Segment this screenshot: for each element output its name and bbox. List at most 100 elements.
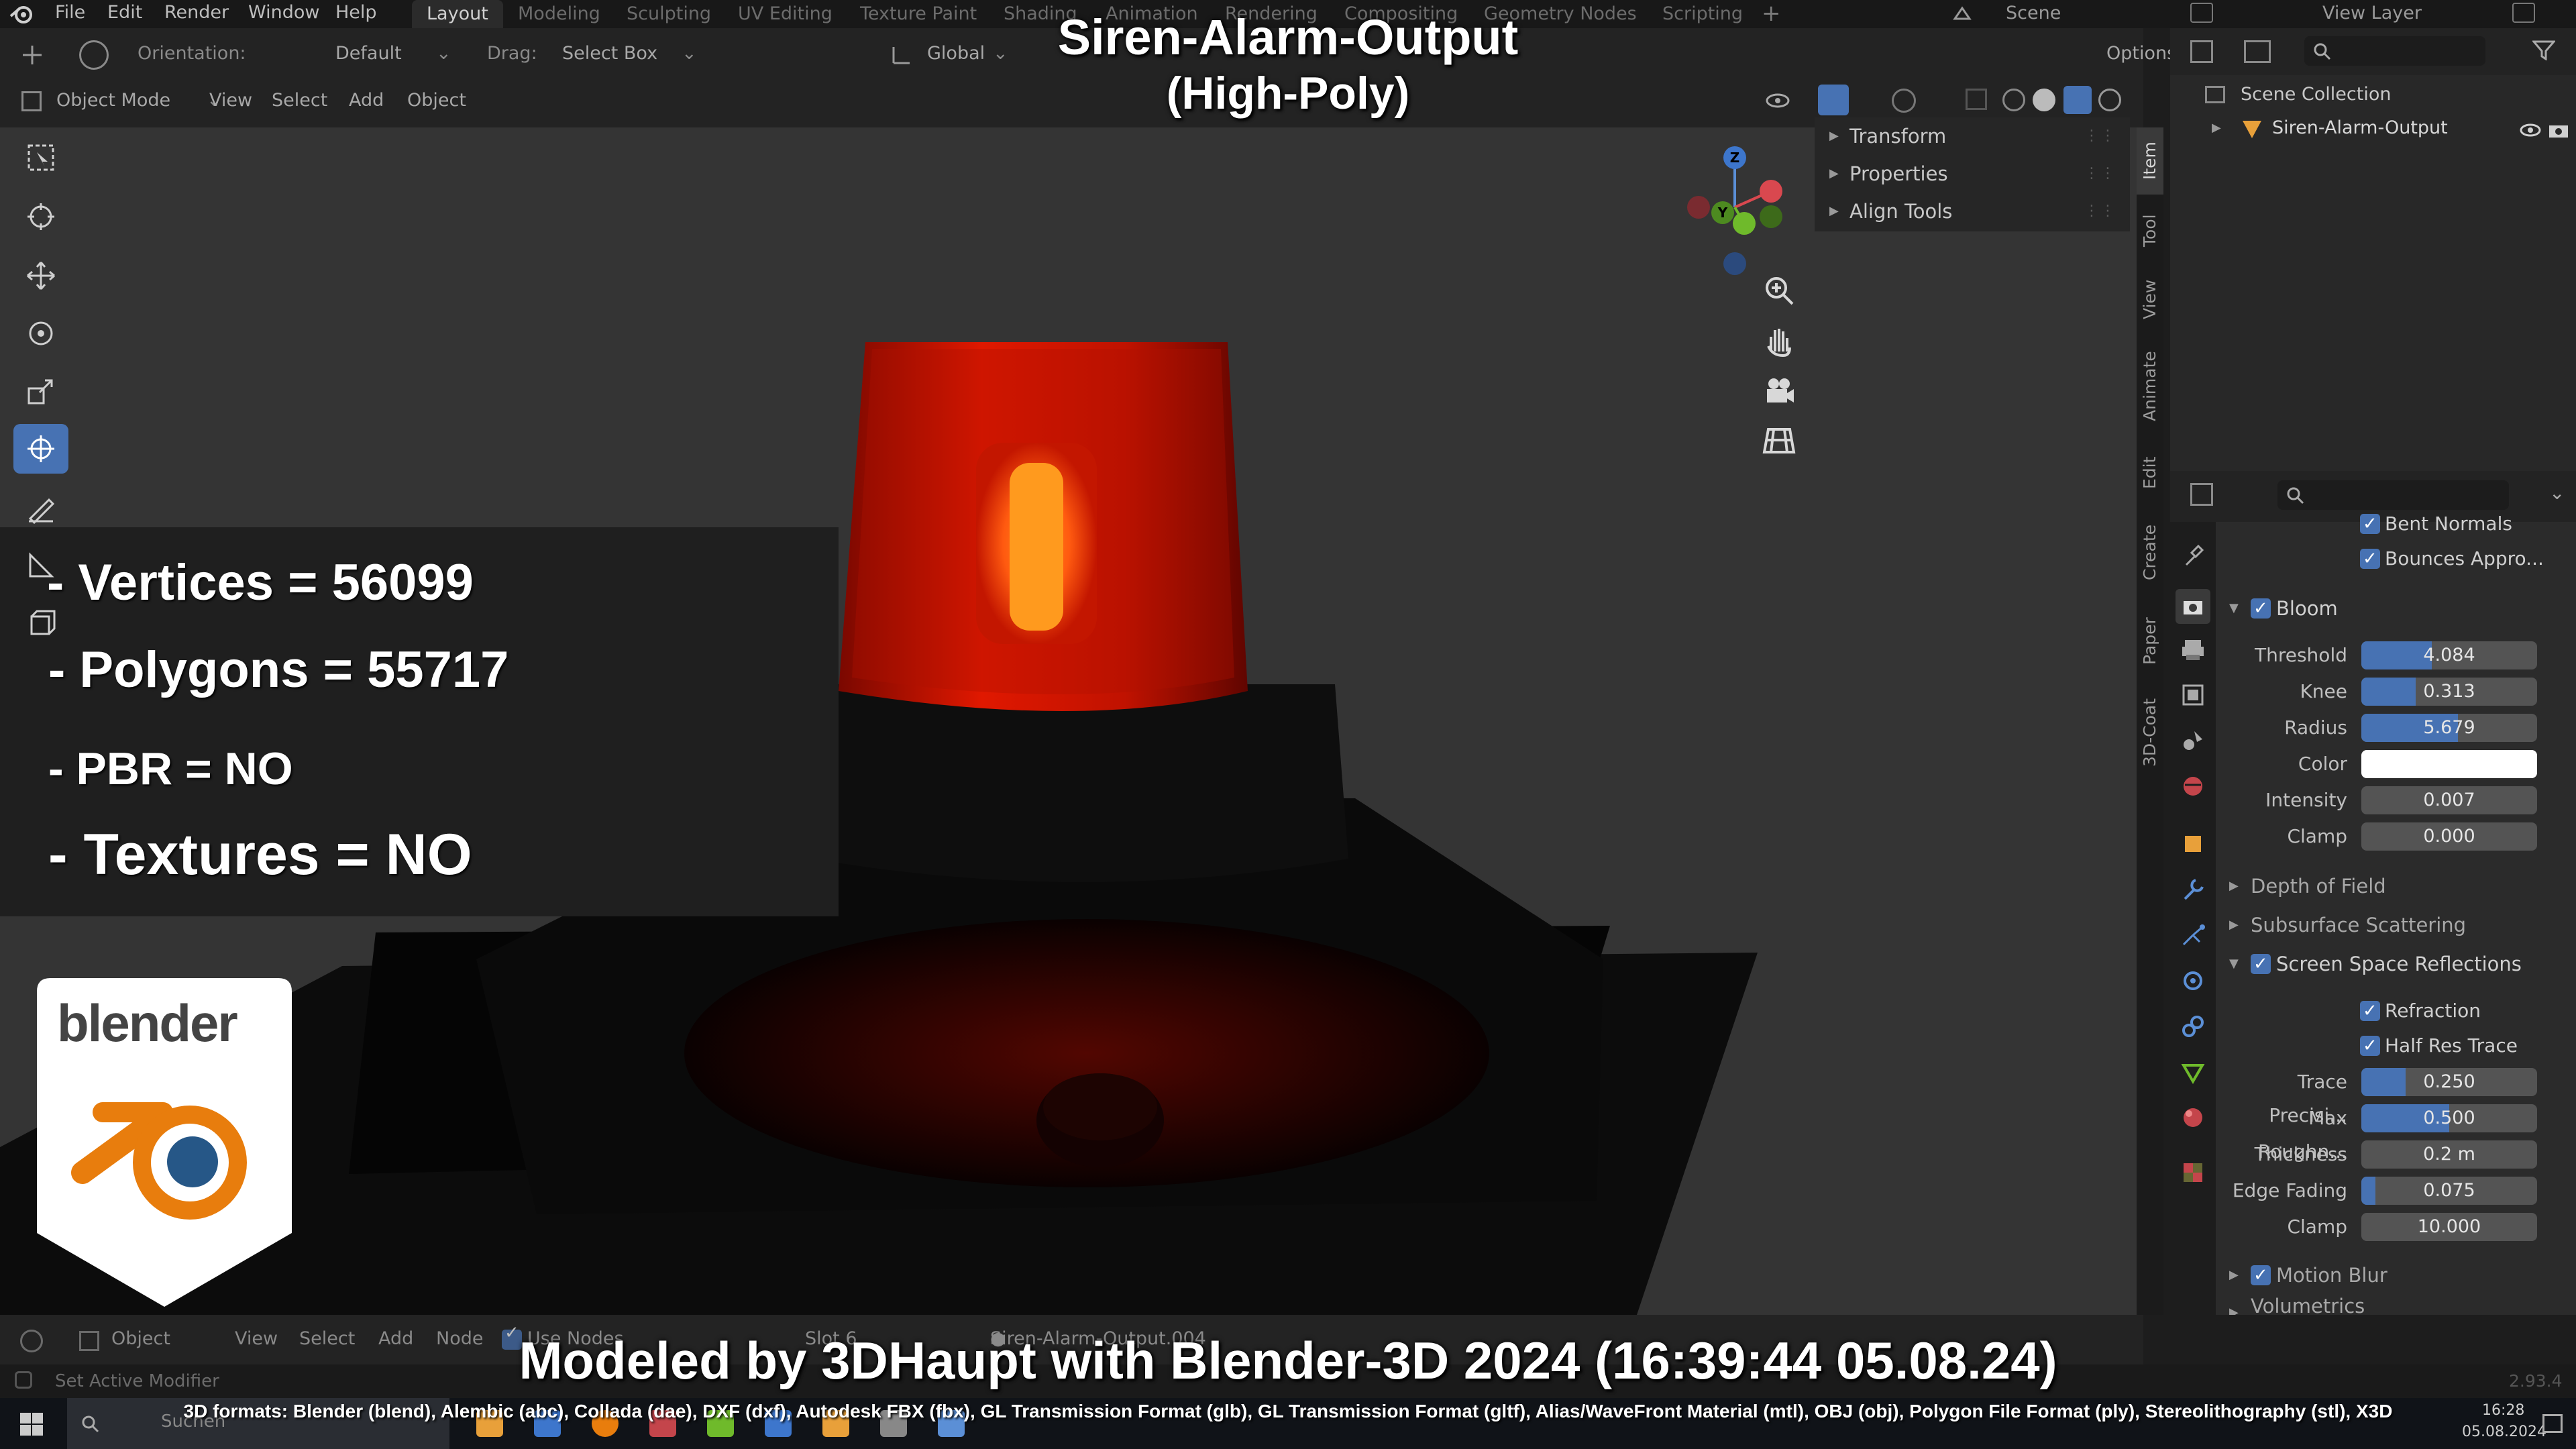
clamp-field[interactable]: 0.000 xyxy=(2361,822,2537,851)
drag-grip-icon[interactable]: ⋮⋮ xyxy=(2084,155,2116,193)
zoom-icon[interactable] xyxy=(1759,270,1799,311)
x-axis-icon xyxy=(1760,180,1782,203)
checkbox-bounces-approx[interactable]: Bounces Appro... xyxy=(2216,542,2576,576)
thickness-label: Thickness xyxy=(2254,1143,2347,1165)
max-roughness-value: 0.500 xyxy=(2423,1108,2475,1128)
output-printer-icon[interactable] xyxy=(2180,636,2206,663)
move-icon xyxy=(27,262,55,290)
panel-volumetrics[interactable]: ▶ Volumetrics xyxy=(2216,1296,2576,1315)
clamp-value: 0.000 xyxy=(2423,826,2475,847)
view-layer-icon[interactable] xyxy=(2180,682,2206,708)
transform-tool-button[interactable] xyxy=(13,424,68,474)
checkbox-bent-normals[interactable]: Bent Normals xyxy=(2216,507,2576,541)
panel-align-tools[interactable]: ▶ Align Tools ⋮⋮ xyxy=(1815,193,2130,230)
drag-grip-icon[interactable]: ⋮⋮ xyxy=(2084,193,2116,230)
tab-create[interactable]: Create xyxy=(2137,508,2163,596)
scene-icon[interactable] xyxy=(2180,727,2206,754)
overlay-formats: 3D formats: Blender (blend), Alembic (ab… xyxy=(183,1401,2393,1421)
tool-settings-icon[interactable] xyxy=(2180,542,2206,569)
panel-subsurface-scattering[interactable]: ▶ Subsurface Scattering xyxy=(2216,908,2576,942)
checkbox-half-res-trace[interactable]: Half Res Trace xyxy=(2216,1029,2576,1063)
tab-edit[interactable]: Edit xyxy=(2137,444,2163,502)
texture-checker-icon[interactable] xyxy=(2180,1159,2206,1186)
chevron-down-icon: ▼ xyxy=(2229,601,2239,615)
constraints-icon[interactable] xyxy=(2180,1013,2206,1040)
checkbox-refraction[interactable]: Refraction xyxy=(2216,994,2576,1028)
ssr-clamp-value: 10.000 xyxy=(2417,1216,2481,1237)
ssr-checkbox[interactable] xyxy=(2251,947,2271,981)
panel-bloom[interactable]: ▼ Bloom xyxy=(2216,592,2576,625)
tab-animate[interactable]: Animate xyxy=(2137,337,2163,436)
rotate-tool-button[interactable] xyxy=(13,309,68,358)
volumetrics-label: Volumetrics xyxy=(2251,1296,2365,1315)
stat-pbr: - PBR = NO xyxy=(48,743,293,794)
visibility-eye-icon[interactable] xyxy=(2519,118,2542,152)
add-cube-icon xyxy=(30,610,56,635)
color-swatch[interactable] xyxy=(2361,750,2537,778)
max-roughness-slider[interactable]: 0.500 xyxy=(2361,1104,2537,1132)
intensity-field[interactable]: 0.007 xyxy=(2361,786,2537,814)
mesh-data-icon[interactable] xyxy=(2180,1059,2206,1085)
ssr-clamp-field[interactable]: 10.000 xyxy=(2361,1213,2537,1241)
knee-value: 0.313 xyxy=(2423,681,2475,702)
trace-precision-slider[interactable]: 0.250 xyxy=(2361,1068,2537,1096)
edge-fading-slider[interactable]: 0.075 xyxy=(2361,1177,2537,1205)
panel-transform-label: Transform xyxy=(1849,125,1947,148)
physics-icon[interactable] xyxy=(2180,967,2206,994)
stat-vertices: - Vertices = 56099 xyxy=(47,554,474,611)
intensity-label: Intensity xyxy=(2265,789,2347,811)
render-camera-icon[interactable] xyxy=(2547,118,2570,152)
cursor-tool-button[interactable] xyxy=(13,192,68,241)
half-res-trace-checkbox[interactable] xyxy=(2360,1029,2380,1063)
bloom-checkbox[interactable] xyxy=(2251,592,2271,625)
bent-normals-checkbox[interactable] xyxy=(2360,507,2380,541)
threshold-label: Threshold xyxy=(2255,644,2347,666)
bloom-label: Bloom xyxy=(2276,597,2338,620)
panel-depth-of-field[interactable]: ▶ Depth of Field xyxy=(2216,869,2576,903)
modifier-wrench-icon[interactable] xyxy=(2180,876,2206,903)
3d-viewport[interactable]: Z Y xyxy=(0,127,2137,1315)
thickness-value: 0.2 m xyxy=(2423,1144,2475,1165)
world-icon[interactable] xyxy=(2180,773,2206,800)
render-properties-tab[interactable] xyxy=(2176,589,2210,624)
perspective-grid-icon[interactable] xyxy=(1759,420,1799,460)
select-box-tool-button[interactable] xyxy=(13,133,68,182)
properties-editor-type-icon[interactable] xyxy=(2190,483,2213,506)
refraction-checkbox[interactable] xyxy=(2360,994,2380,1028)
thickness-field[interactable]: 0.2 m xyxy=(2361,1140,2537,1169)
tab-tool[interactable]: Tool xyxy=(2137,200,2163,262)
panel-properties[interactable]: ▶ Properties ⋮⋮ xyxy=(1815,155,2130,193)
chevron-down-icon[interactable]: ⌄ xyxy=(2549,482,2565,504)
tab-view[interactable]: View xyxy=(2137,266,2163,333)
sidebar-tabs: Item Tool View Animate Edit Create Paper… xyxy=(2137,127,2163,1315)
tab-item[interactable]: Item xyxy=(2137,127,2163,195)
drag-grip-icon[interactable]: ⋮⋮ xyxy=(2084,117,2116,155)
tab-paper[interactable]: Paper xyxy=(2137,602,2163,680)
scale-tool-button[interactable] xyxy=(13,366,68,416)
knee-slider[interactable]: 0.313 xyxy=(2361,678,2537,706)
radius-label: Radius xyxy=(2284,716,2347,739)
bounces-approx-checkbox[interactable] xyxy=(2360,542,2380,576)
annotate-tool-button[interactable] xyxy=(13,483,68,533)
radius-slider[interactable]: 5.679 xyxy=(2361,714,2537,742)
material-icon[interactable] xyxy=(2180,1104,2206,1131)
motion-blur-checkbox[interactable] xyxy=(2251,1258,2271,1292)
properties-search-input[interactable] xyxy=(2277,480,2509,510)
navigation-gizmo[interactable]: Z Y xyxy=(1670,138,1805,278)
object-properties-icon[interactable] xyxy=(2180,830,2206,857)
panel-align-tools-label: Align Tools xyxy=(1849,200,1953,223)
pan-hand-icon[interactable] xyxy=(1759,321,1799,361)
overlay-credit: Modeled by 3DHaupt with Blender-3D 2024 … xyxy=(519,1331,2057,1390)
tab-3d-coat[interactable]: 3D-Coat xyxy=(2137,686,2163,780)
threshold-slider[interactable]: 4.084 xyxy=(2361,641,2537,669)
panel-motion-blur[interactable]: ▶ Motion Blur xyxy=(2216,1258,2576,1292)
overlay-subtitle: (High-Poly) xyxy=(1166,68,1410,119)
threshold-value: 4.084 xyxy=(2423,645,2475,665)
camera-view-icon[interactable] xyxy=(1759,370,1799,411)
panel-transform[interactable]: ▶ Transform ⋮⋮ xyxy=(1815,117,2130,155)
particles-icon[interactable] xyxy=(2180,922,2206,949)
scale-icon xyxy=(28,379,53,405)
move-tool-button[interactable] xyxy=(13,251,68,301)
panel-screen-space-reflections[interactable]: ▼ Screen Space Reflections xyxy=(2216,947,2576,981)
depth-of-field-label: Depth of Field xyxy=(2251,875,2386,898)
